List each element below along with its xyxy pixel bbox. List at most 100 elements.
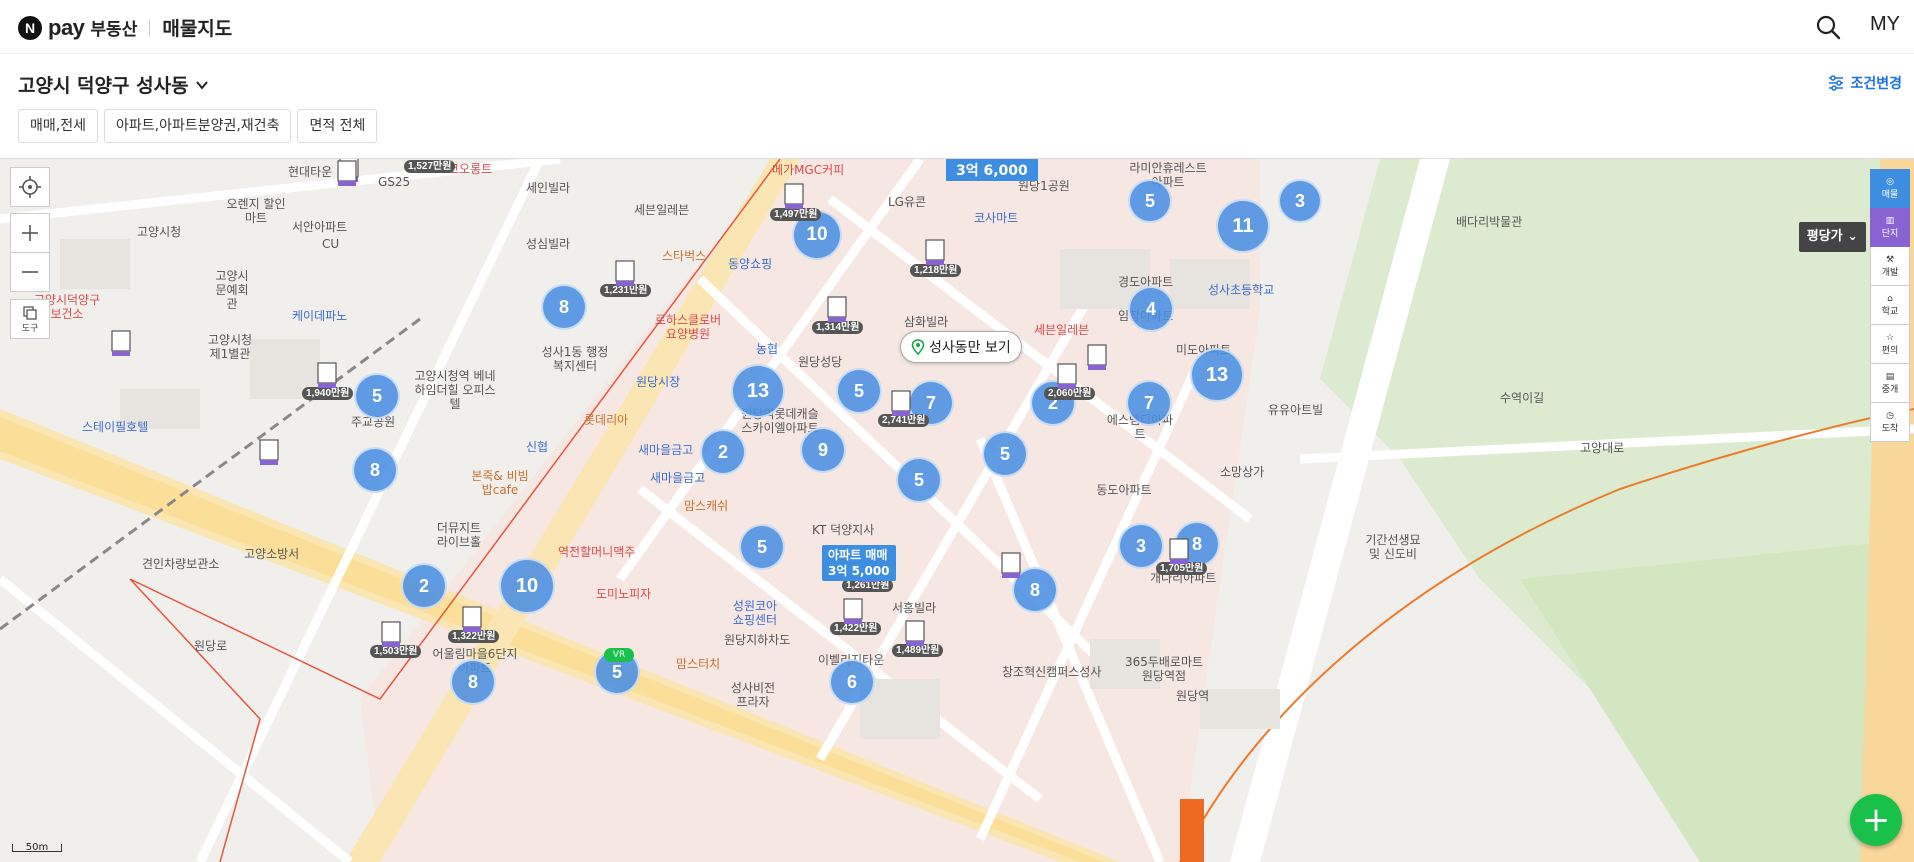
map-canvas[interactable]: 현대타운 오렌지 할인마트 서안아파트 코오롱트 GS25 CU 고양시청 고양… — [0, 159, 1914, 862]
apartment-icon[interactable] — [461, 605, 483, 633]
page-title: 매물지도 — [162, 18, 233, 40]
map-place-label: 원당1공원 — [1018, 179, 1070, 193]
layer-arrival-button[interactable]: ◷ 도착 — [1870, 403, 1910, 442]
listing-cluster[interactable]: 2 — [401, 563, 447, 609]
listing-cluster[interactable]: 9 — [800, 427, 846, 473]
map-place-label: 도미노피자 — [596, 587, 652, 601]
apartment-icon[interactable] — [783, 182, 805, 210]
layer-listings-button[interactable]: ◎ 매물 — [1870, 169, 1910, 208]
map-place-label: 고양시청 제1별관 — [207, 333, 253, 361]
vr-badge[interactable]: VR — [604, 648, 634, 662]
layer-convenience-label: 편의 — [1881, 345, 1899, 356]
location-filter-bar: 고양시 덕양구 성사동 조건변경 매매,전세 아파트,아파트분양권,재건축 면적… — [0, 55, 1914, 159]
price-per-pyeong-tag[interactable]: 1,527만원 — [404, 160, 456, 173]
listing-cluster[interactable]: 2 — [700, 429, 746, 475]
logo-pay-text: pay — [48, 14, 85, 40]
listing-cluster[interactable]: 8 — [450, 659, 496, 705]
map-place-label: 성원코아 쇼핑센터 — [732, 599, 778, 627]
listing-cluster[interactable]: 8 — [541, 284, 587, 330]
layer-convenience-button[interactable]: ☆ 편의 — [1870, 325, 1910, 364]
map-place-label: 배다리박물관 — [1456, 215, 1523, 229]
map-place-label: 성사초등학교 — [1208, 283, 1275, 297]
listing-cluster[interactable]: 13 — [1190, 348, 1244, 402]
apartment-icon[interactable] — [1000, 551, 1022, 579]
apartment-icon[interactable] — [1056, 362, 1078, 390]
listing-cluster[interactable]: 5 — [982, 431, 1028, 477]
listing-cluster[interactable]: 4 — [1128, 286, 1174, 332]
filter-chip-area[interactable]: 면적 전체 — [297, 109, 378, 143]
current-location-button[interactable] — [10, 167, 50, 207]
map-place-label: 견인차량보관소 — [142, 557, 220, 571]
chevron-down-icon — [195, 80, 208, 90]
filter-chip-trade-type[interactable]: 매매,전세 — [18, 109, 98, 143]
layer-arrival-label: 도착 — [1881, 423, 1899, 434]
listing-cluster[interactable]: 5 — [836, 368, 882, 414]
filter-chip-property-type[interactable]: 아파트,아파트분양권,재건축 — [103, 109, 292, 143]
map-place-label: 고양시청역 베네하임더힐 오피스텔 — [414, 369, 496, 411]
map-place-label: 원당지하차도 — [724, 633, 791, 647]
deal-flag-type: 아파트 매매 — [828, 548, 888, 562]
zoom-out-button[interactable] — [10, 252, 50, 292]
listing-cluster[interactable]: 13 — [731, 364, 785, 418]
apartment-icon[interactable] — [614, 259, 636, 287]
apartment-icon[interactable] — [890, 389, 912, 417]
layer-school-button[interactable]: ⌂ 학교 — [1870, 286, 1910, 325]
npay-logo[interactable]: N pay 부동산 매물지도 — [18, 14, 232, 41]
map-layer-panel: ◎ 매물 ▥ 단지 ⚒ 개발 ⌂ 학교 ☆ 편의 ▤ 중개 ◷ 도착 — [1870, 169, 1910, 442]
listing-cluster[interactable]: 6 — [829, 659, 875, 705]
layer-development-button[interactable]: ⚒ 개발 — [1870, 247, 1910, 286]
map-place-label: 수역이길 — [1500, 391, 1545, 405]
map-place-label: 성사1동 행정복지센터 — [541, 345, 609, 373]
search-icon[interactable] — [1814, 13, 1842, 41]
map-place-label: 유유아트빌 — [1268, 403, 1324, 417]
listing-cluster[interactable]: 10 — [499, 558, 555, 614]
map-place-label: 365두배로마트 원당역점 — [1124, 655, 1204, 683]
map-place-label: 성심빌라 — [526, 237, 571, 251]
map-place-label: 농협 — [756, 342, 779, 356]
location-selector[interactable]: 고양시 덕양구 성사동 — [18, 71, 209, 98]
apartment-icon[interactable] — [842, 597, 864, 625]
map-place-label: CU — [322, 237, 340, 251]
apartment-icon[interactable] — [1168, 537, 1190, 565]
tool-button[interactable]: 도구 — [10, 299, 50, 339]
listing-cluster[interactable]: 7 — [1126, 380, 1172, 426]
apartment-icon[interactable] — [336, 159, 358, 187]
deal-flag[interactable]: 아파트 매매 3억 5,000 — [822, 545, 896, 581]
layer-complex-button[interactable]: ▥ 단지 — [1870, 208, 1910, 247]
listing-cluster[interactable]: 5 — [739, 524, 785, 570]
apartment-icon[interactable] — [258, 438, 280, 466]
my-page-button[interactable]: MY — [1870, 13, 1900, 36]
map-place-label: 세인빌라 — [526, 181, 571, 195]
listing-cluster[interactable]: 5 — [1128, 179, 1172, 223]
star-icon: ☆ — [1885, 332, 1895, 343]
add-button[interactable]: + — [1850, 794, 1902, 846]
top-bar: N pay 부동산 매물지도 MY — [0, 0, 1914, 54]
listing-cluster[interactable]: 5 — [354, 373, 400, 419]
filter-chips: 매매,전세 아파트,아파트분양권,재건축 면적 전체 — [18, 109, 378, 143]
listing-cluster[interactable]: 3 — [1118, 523, 1164, 569]
price-per-pyeong-toggle[interactable]: 평당가 ⌄ — [1798, 222, 1866, 252]
only-seongsa-dong-button[interactable]: 성사동만 보기 — [900, 331, 1022, 363]
deal-flag-price: 3억 5,000 — [828, 564, 890, 578]
apartment-icon[interactable] — [904, 619, 926, 647]
apartment-icon[interactable] — [110, 329, 132, 357]
layer-school-label: 학교 — [1881, 306, 1899, 317]
layer-agent-button[interactable]: ▤ 중개 — [1870, 364, 1910, 403]
map-place-label: LG유콘 — [888, 195, 927, 209]
apartment-icon[interactable] — [826, 295, 848, 323]
condition-change-button[interactable]: 조건변경 — [1828, 73, 1902, 93]
tool-label: 도구 — [21, 323, 39, 334]
listing-cluster[interactable]: 3 — [1278, 179, 1322, 223]
zoom-in-button[interactable] — [10, 213, 50, 253]
apartment-icon[interactable] — [316, 361, 338, 389]
apartment-icon[interactable] — [380, 620, 402, 648]
listing-cluster[interactable]: 11 — [1216, 199, 1270, 253]
apartment-icon[interactable] — [924, 238, 946, 266]
layer-agent-label: 중개 — [1881, 384, 1899, 395]
deal-price-flag-top[interactable]: 3억 6,000 — [946, 159, 1038, 181]
listing-cluster[interactable]: 8 — [352, 447, 398, 493]
listing-cluster[interactable]: 5 — [896, 457, 942, 503]
map-place-label: 원당성당 — [798, 355, 843, 369]
apartment-icon[interactable] — [1086, 343, 1108, 371]
map-place-label: 새마을금고 — [650, 471, 706, 485]
